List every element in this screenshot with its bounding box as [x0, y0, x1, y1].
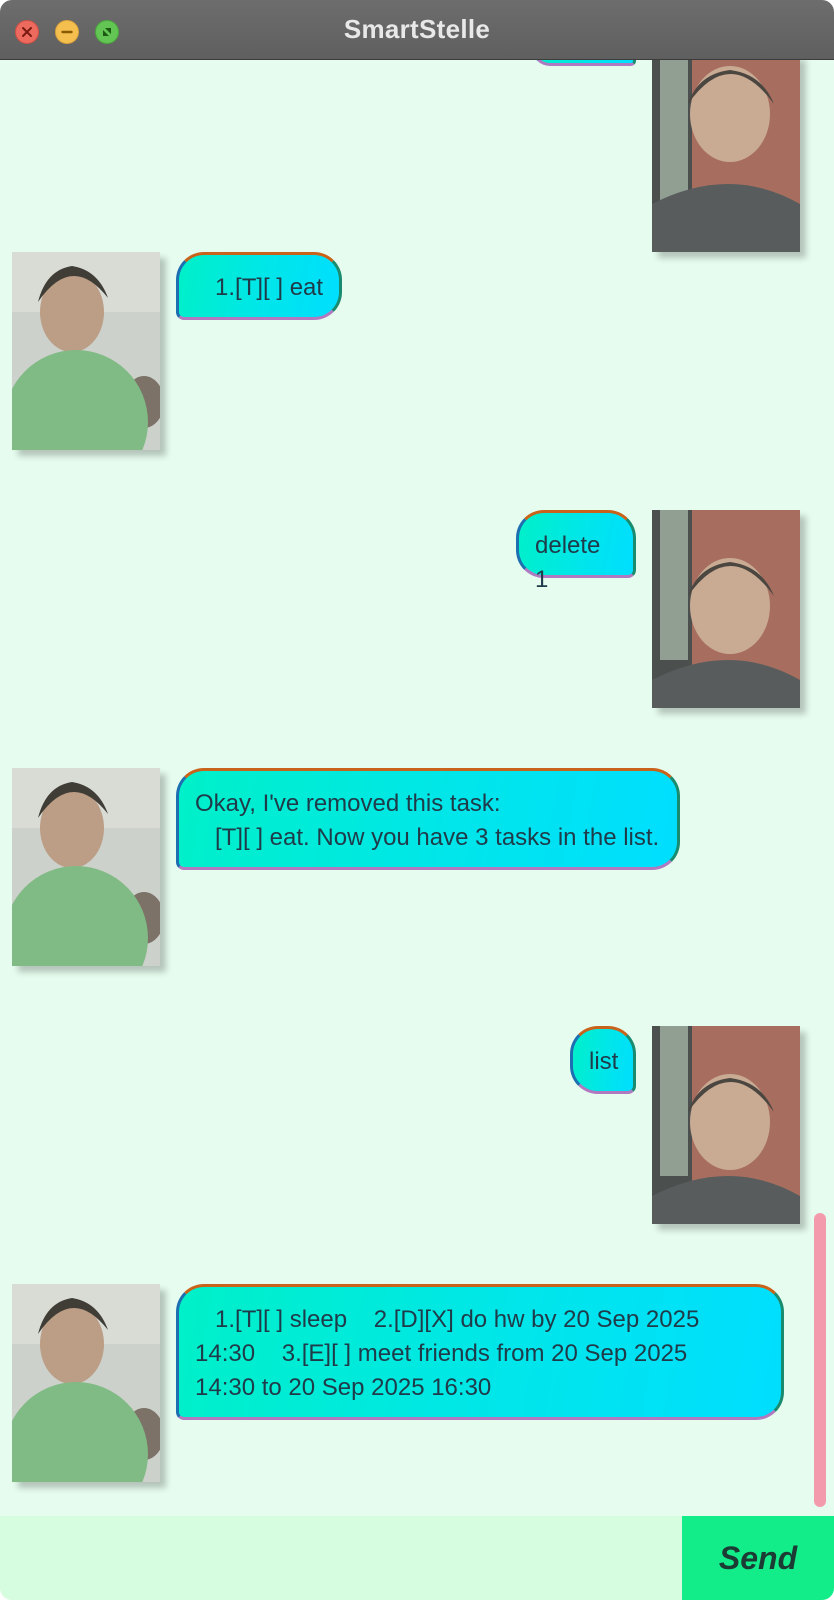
- user-message-bubble: [532, 60, 636, 66]
- bot-message-bubble: 1.[T][ ] sleep 2.[D][X] do hw by 20 Sep …: [176, 1284, 784, 1420]
- chat-scroll-area[interactable]: 1.[T][ ] eat delete 1 Okay, I've removed…: [0, 60, 834, 1516]
- chat-scrollbar-thumb[interactable]: [814, 1213, 826, 1507]
- user-message-bubble: delete 1: [516, 510, 636, 593]
- bot-message-bubble: Okay, I've removed this task: [T][ ] eat…: [176, 768, 680, 870]
- bot-message-bubble: 1.[T][ ] eat: [176, 252, 342, 320]
- user-avatar: [652, 510, 800, 708]
- user-message-bubble: list: [570, 1026, 636, 1094]
- user-avatar-image: [652, 1026, 800, 1224]
- bot-avatar: [12, 1284, 160, 1482]
- user-avatar-image: [652, 60, 800, 252]
- bot-avatar-image: [12, 768, 160, 966]
- bot-avatar-image: [12, 252, 160, 450]
- user-avatar: [652, 60, 800, 252]
- user-avatar-image: [652, 510, 800, 708]
- message-input[interactable]: [0, 1516, 682, 1600]
- send-button[interactable]: Send: [682, 1516, 834, 1600]
- user-avatar: [652, 1026, 800, 1224]
- window-title: SmartStelle: [343, 14, 491, 44]
- bot-avatar: [12, 252, 160, 450]
- app-window: SmartStelle 1.[T][] eat delete 1 Okay, …: [0, 0, 834, 1600]
- bot-avatar: [12, 768, 160, 966]
- title-bar: SmartStelle: [0, 0, 834, 60]
- bot-avatar-image: [12, 1284, 160, 1482]
